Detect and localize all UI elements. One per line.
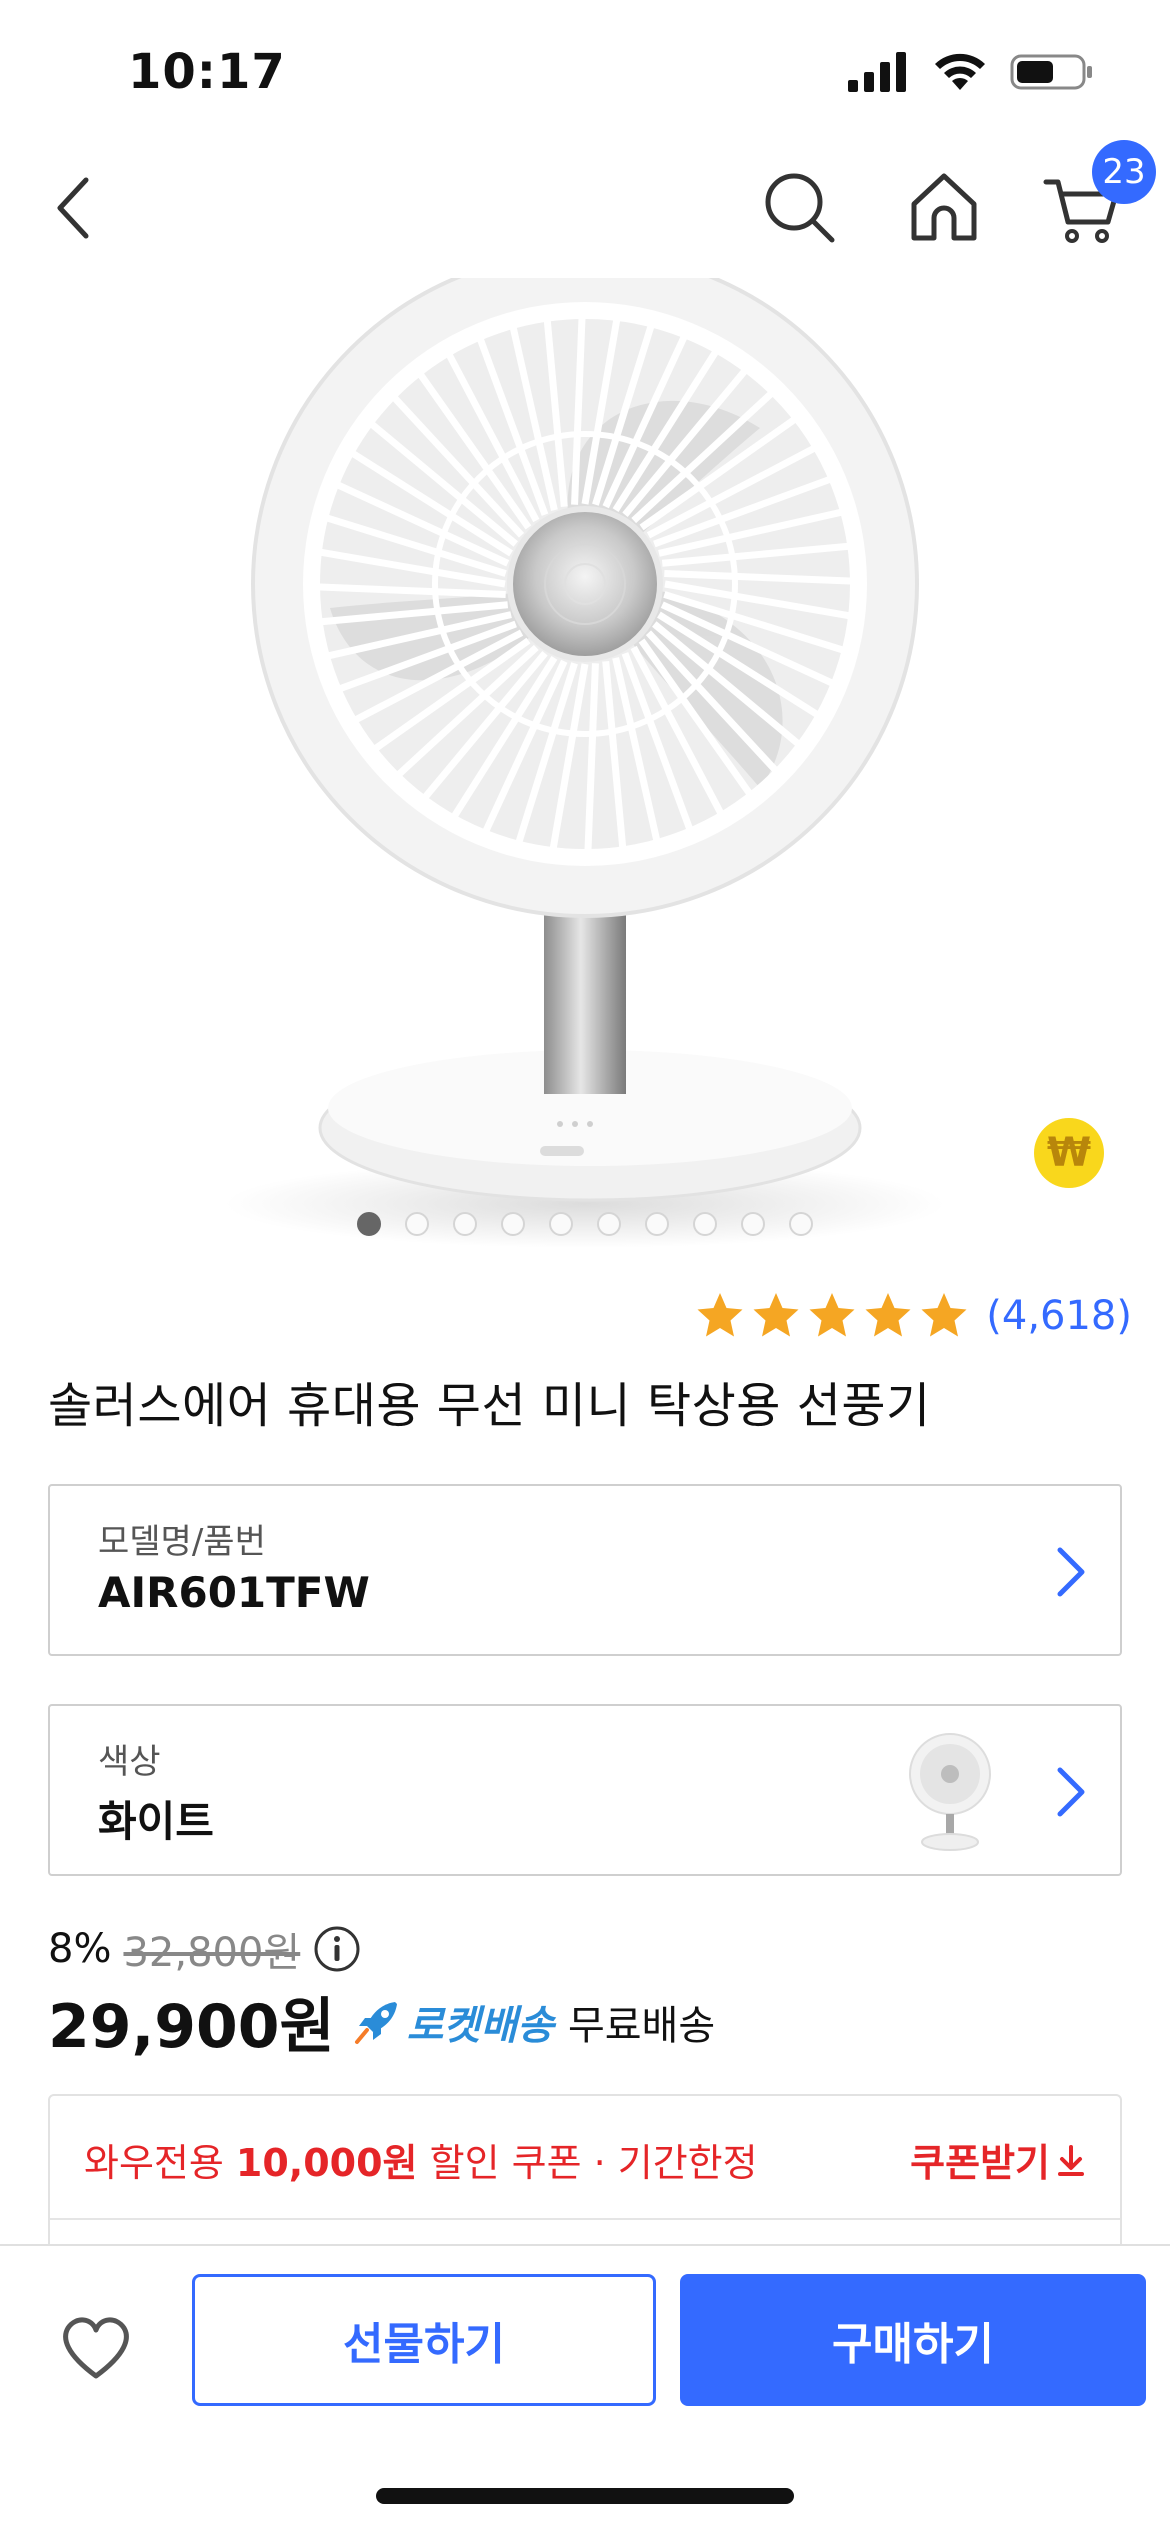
model-option-selector[interactable]: 모델명/품번 AIR601TFW — [48, 1484, 1122, 1656]
star-icon — [921, 1293, 967, 1337]
cellular-signal-icon — [848, 52, 906, 92]
shipping-label: 무료배송 — [567, 2002, 716, 2049]
home-icon[interactable] — [904, 166, 984, 246]
coupon-amount: 10,000원 — [235, 2141, 418, 2185]
carousel-dot[interactable] — [357, 1212, 381, 1236]
search-icon[interactable] — [760, 166, 840, 246]
coupon-download-label: 쿠폰받기 — [910, 2141, 1050, 2185]
rocket-delivery-label: 로켓배송 — [406, 2002, 554, 2049]
star-icon — [865, 1293, 911, 1337]
status-bar: 10:17 — [0, 0, 1170, 140]
gift-button[interactable]: 선물하기 — [192, 2274, 656, 2406]
carousel-dot[interactable] — [549, 1212, 573, 1236]
coupon-text-suffix: 할인 쿠폰 · 기간한정 — [417, 2141, 758, 2185]
carousel-dot[interactable] — [789, 1212, 813, 1236]
carousel-dot[interactable] — [405, 1212, 429, 1236]
discount-rate: 8% — [48, 1926, 112, 1972]
carousel-dot[interactable] — [693, 1212, 717, 1236]
cash-reward-icon: ₩ — [1034, 1118, 1104, 1188]
coupon-text: 와우전용 10,000원 할인 쿠폰 · 기간한정 — [84, 2132, 758, 2187]
model-option-value: AIR601TFW — [98, 1568, 370, 1617]
original-price: 32,800원 — [123, 1930, 301, 1976]
status-icons — [846, 52, 1094, 92]
color-option-label: 색상 — [98, 1742, 161, 1782]
home-indicator — [376, 2488, 794, 2504]
download-arrow-icon — [1058, 2144, 1084, 2176]
carousel-dot[interactable] — [645, 1212, 669, 1236]
info-icon[interactable] — [312, 1924, 362, 1974]
battery-icon — [1010, 54, 1092, 90]
star-icon — [809, 1293, 855, 1337]
buy-button[interactable]: 구매하기 — [680, 2274, 1146, 2406]
coupon-row[interactable]: 와우전용 10,000원 할인 쿠폰 · 기간한정 쿠폰받기 — [50, 2096, 1120, 2220]
star-icon — [753, 1293, 799, 1337]
color-option-selector[interactable]: 색상 화이트 — [48, 1704, 1122, 1876]
star-icon — [697, 1293, 743, 1337]
fan-product-illustration — [225, 278, 945, 1248]
rating-count[interactable]: (4,618) — [986, 1293, 1132, 1339]
product-image[interactable] — [0, 278, 1170, 1250]
carousel-dot[interactable] — [597, 1212, 621, 1236]
chevron-right-icon — [1057, 1547, 1085, 1597]
nav-bar — [0, 140, 1170, 270]
rocket-icon — [354, 2001, 397, 2044]
color-thumbnail-image — [909, 1733, 991, 1851]
wishlist-heart-icon[interactable] — [56, 2308, 136, 2388]
rating-stars — [694, 1290, 970, 1342]
status-time: 10:17 — [128, 44, 286, 100]
carousel-dot[interactable] — [741, 1212, 765, 1236]
back-arrow-icon[interactable] — [44, 168, 104, 248]
coupon-text-prefix: 와우전용 — [84, 2141, 236, 2185]
sale-price: 29,900원 — [48, 1992, 335, 2062]
carousel-dot[interactable] — [501, 1212, 525, 1236]
sale-price-row: 29,900원 로켓배송 무료배송 — [48, 1978, 715, 2065]
color-option-value: 화이트 — [98, 1797, 214, 1846]
wifi-icon — [935, 53, 985, 90]
model-option-label: 모델명/품번 — [98, 1522, 266, 1562]
image-carousel-dots — [0, 1212, 1170, 1236]
price-discount-row: 8% 32,800원 — [48, 1920, 362, 1978]
carousel-dot[interactable] — [453, 1212, 477, 1236]
cart-count-badge: 23 — [1092, 140, 1156, 204]
product-rating[interactable]: (4,618) — [694, 1290, 1132, 1342]
product-title: 솔러스에어 휴대용 무선 미니 탁상용 선풍기 — [48, 1378, 931, 1434]
chevron-right-icon — [1057, 1767, 1085, 1817]
coupon-download-button[interactable]: 쿠폰받기 — [910, 2132, 1086, 2187]
